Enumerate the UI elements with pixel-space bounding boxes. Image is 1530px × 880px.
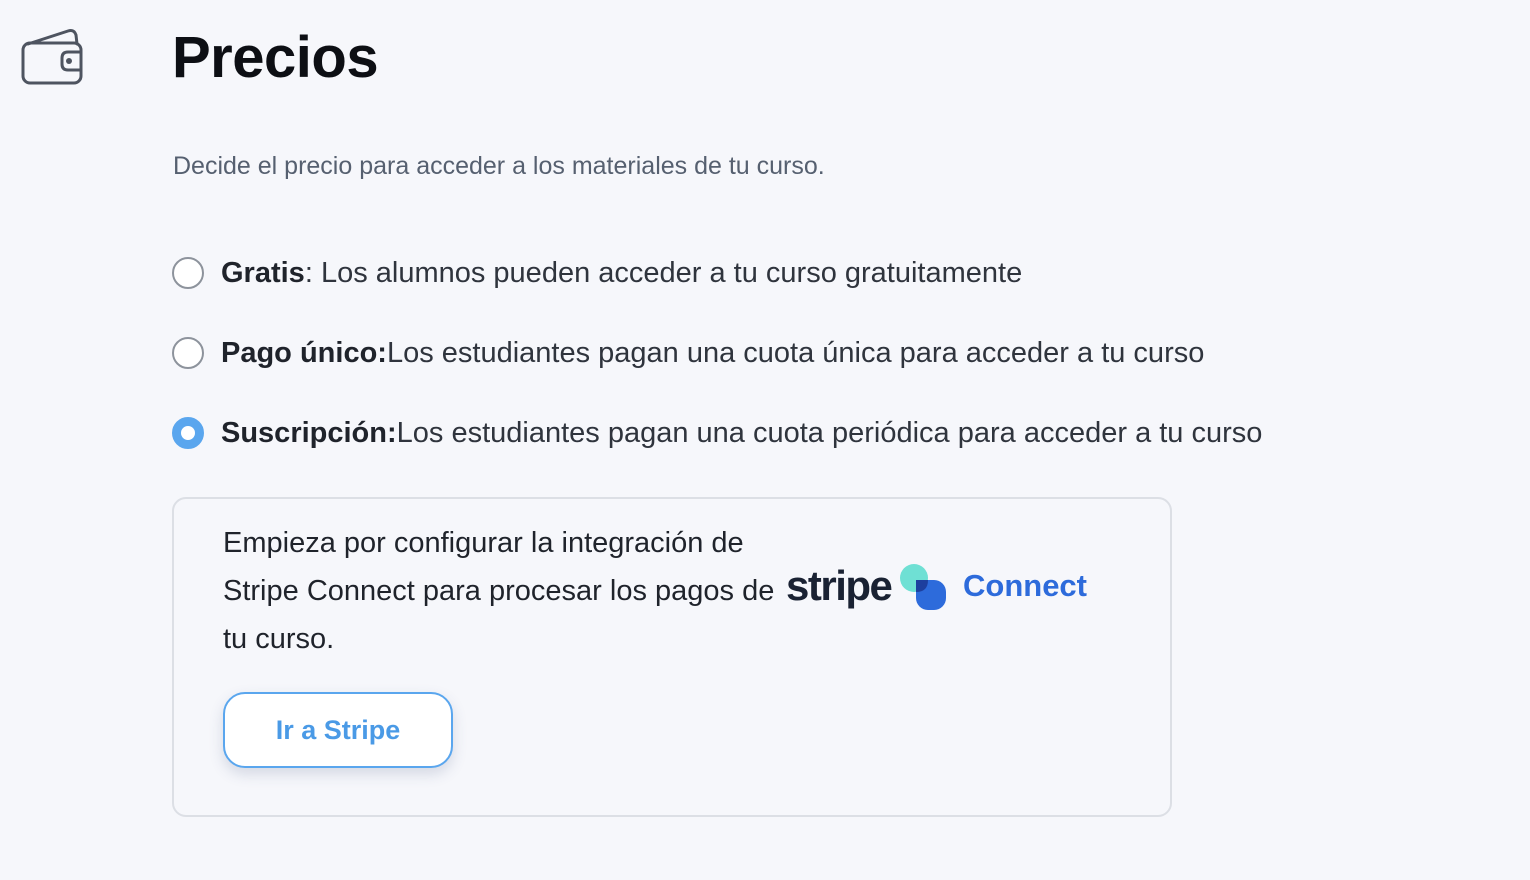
page-subtitle: Decide el precio para acceder a los mate… <box>173 152 825 180</box>
stripe-card-description: Empieza por configurar la integración de… <box>223 527 775 655</box>
wallet-icon <box>21 29 83 85</box>
option-label: Pago único: <box>221 336 387 369</box>
connect-wordmark: Connect <box>963 568 1087 603</box>
radio-free[interactable] <box>172 257 204 289</box>
go-to-stripe-button[interactable]: Ir a Stripe <box>223 692 453 768</box>
pricing-option-one-time[interactable]: Pago único: Los estudiantes pagan una cu… <box>172 335 1204 371</box>
pricing-option-subscription[interactable]: Suscripción: Los estudiantes pagan una c… <box>172 415 1262 451</box>
option-description: Los estudiantes pagan una cuota periódic… <box>396 416 1263 449</box>
pricing-option-free[interactable]: Gratis: Los alumnos pueden acceder a tu … <box>172 255 1022 291</box>
page-title: Precios <box>172 25 379 90</box>
option-description: Los estudiantes pagan una cuota única pa… <box>386 336 1205 369</box>
radio-one-time[interactable] <box>172 337 204 369</box>
stripe-wordmark: stripe <box>786 562 893 609</box>
option-description: : Los alumnos pueden acceder a tu curso … <box>304 256 1023 289</box>
pricing-page: Precios Decide el precio para acceder a … <box>0 0 1530 880</box>
option-label: Suscripción: <box>221 416 397 449</box>
stripe-connect-card: Empieza por configurar la integración de… <box>172 497 1172 817</box>
stripe-connect-logo: stripe Connect <box>786 559 1106 619</box>
option-label: Gratis <box>221 256 305 289</box>
stripe-connect-icon <box>900 564 946 610</box>
radio-subscription-selected[interactable] <box>172 417 204 449</box>
